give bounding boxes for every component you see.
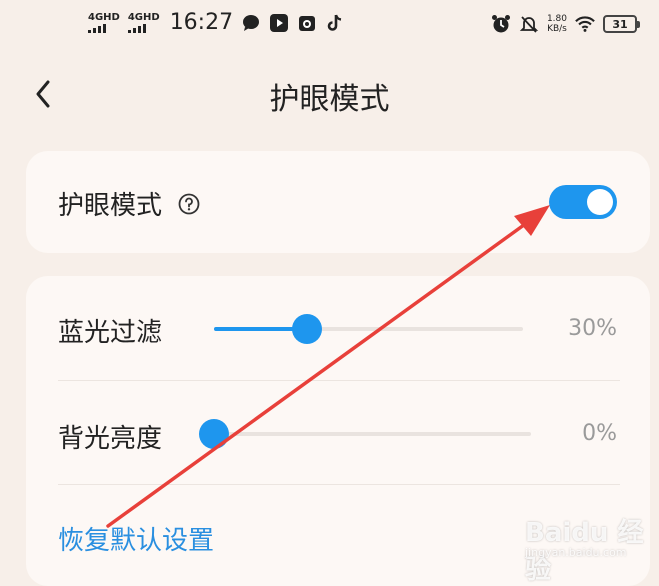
net-speed: 1.80 KB/s [547,14,567,34]
backlight-value: 0% [582,421,617,446]
signal-bars-icon [127,23,146,33]
alarm-icon [491,14,511,34]
blue-light-slider[interactable] [214,314,523,344]
network-type-2: 4GHD [127,11,160,23]
wifi-icon [575,14,595,34]
status-left: 4GHD 4GHD 16:27 [88,10,345,35]
eye-mode-toggle[interactable] [549,185,617,219]
robot-icon [297,13,317,33]
clock: 16:27 [169,10,234,35]
status-right: 1.80 KB/s 31 [491,14,640,34]
eye-mode-row: 护眼模式 [58,185,200,222]
video-play-icon [269,13,289,33]
signal-bars-icon [88,23,106,33]
speed-unit: KB/s [547,24,567,34]
help-icon[interactable] [178,192,200,222]
blue-light-value: 30% [568,316,617,341]
signal-2: 4GHD [127,11,160,33]
speed-value: 1.80 [546,14,567,24]
eye-mode-card: 护眼模式 [26,151,650,253]
tiktok-icon [325,13,345,33]
slider-thumb[interactable] [291,314,322,344]
mute-bell-icon [519,14,539,34]
slider-thumb[interactable] [199,419,229,449]
settings-card: 蓝光过滤 30% 背光亮度 0% 恢复默认设置 [26,276,650,586]
eye-mode-label: 护眼模式 [58,191,163,221]
toggle-knob [587,189,613,215]
status-bar: 4GHD 4GHD 16:27 1.80 KB/s 31 [0,0,659,54]
divider [58,380,620,381]
backlight-label: 背光亮度 [58,424,163,454]
signal-1: 4GHD [88,11,120,33]
divider [58,484,620,485]
backlight-slider[interactable] [199,419,531,449]
slider-track [214,432,531,436]
network-type-1: 4GHD [88,11,120,23]
page-title: 护眼模式 [269,82,390,117]
blue-light-label: 蓝光过滤 [58,318,163,348]
battery-icon: 31 [603,15,640,33]
reset-defaults-link[interactable]: 恢复默认设置 [58,520,214,557]
chat-bubble-icon [241,13,261,33]
